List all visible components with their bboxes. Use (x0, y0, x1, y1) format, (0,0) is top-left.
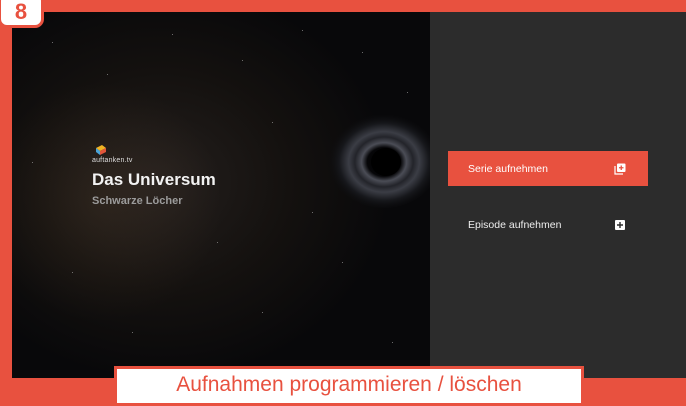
black-hole-image (328, 112, 440, 208)
channel-logo: auftanken.tv (92, 144, 133, 164)
record-series-button[interactable]: Serie aufnehmen (448, 151, 648, 186)
record-episode-button[interactable]: Episode aufnehmen (448, 207, 648, 242)
step-number-badge: 8 (0, 0, 44, 28)
record-series-label: Serie aufnehmen (468, 162, 548, 175)
channel-logo-icon (96, 145, 106, 155)
tv-screen: auftanken.tv Das Universum Schwarze Löch… (12, 12, 686, 378)
add-icon (615, 219, 625, 230)
add-multiple-icon (614, 163, 626, 175)
program-title: Das Universum (92, 170, 216, 189)
channel-logo-text: auftanken.tv (92, 157, 133, 164)
video-preview: auftanken.tv Das Universum Schwarze Löch… (12, 12, 440, 378)
episode-subtitle: Schwarze Löcher (92, 195, 183, 207)
tutorial-caption: Aufnahmen programmieren / löschen (114, 366, 584, 406)
record-options-panel: Serie aufnehmen Episode aufnehmen (430, 12, 686, 378)
record-episode-label: Episode aufnehmen (468, 218, 562, 231)
